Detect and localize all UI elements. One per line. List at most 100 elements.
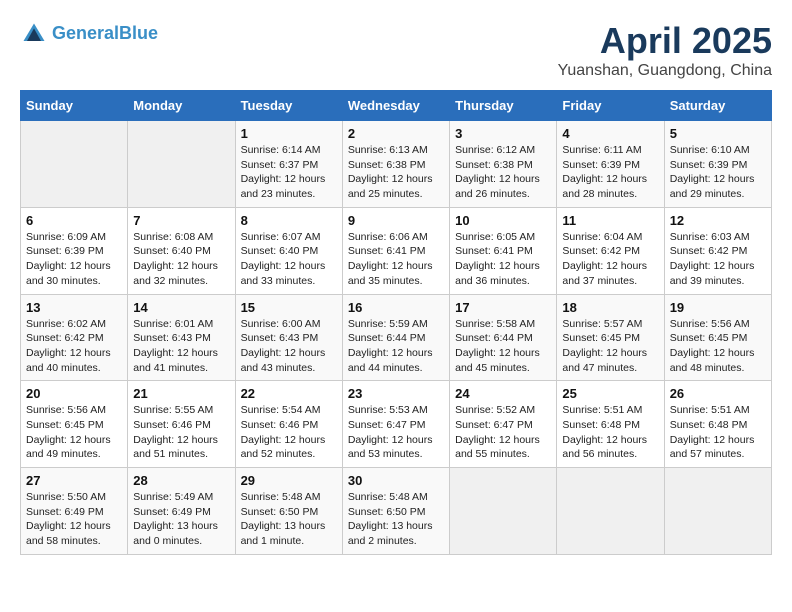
day-number: 2 <box>348 126 444 141</box>
day-info: Sunrise: 5:56 AMSunset: 6:45 PMDaylight:… <box>670 317 766 376</box>
day-number: 6 <box>26 213 122 228</box>
day-number: 7 <box>133 213 229 228</box>
day-info: Sunrise: 6:12 AMSunset: 6:38 PMDaylight:… <box>455 143 551 202</box>
col-header-friday: Friday <box>557 91 664 121</box>
calendar-cell: 26 Sunrise: 5:51 AMSunset: 6:48 PMDayligh… <box>664 381 771 468</box>
day-info: Sunrise: 5:48 AMSunset: 6:50 PMDaylight:… <box>348 490 444 549</box>
day-info: Sunrise: 6:03 AMSunset: 6:42 PMDaylight:… <box>670 230 766 289</box>
calendar-week-row: 20 Sunrise: 5:56 AMSunset: 6:45 PMDayligh… <box>21 381 772 468</box>
calendar-cell: 30Sunrise: 5:48 AMSunset: 6:50 PMDayligh… <box>342 468 449 555</box>
day-number: 1 <box>241 126 337 141</box>
day-info: Sunrise: 5:58 AMSunset: 6:44 PMDaylight:… <box>455 317 551 376</box>
calendar-cell <box>128 121 235 208</box>
day-number: 9 <box>348 213 444 228</box>
day-number: 4 <box>562 126 658 141</box>
calendar-week-row: 13Sunrise: 6:02 AMSunset: 6:42 PMDayligh… <box>21 294 772 381</box>
calendar-week-row: 27 Sunrise: 5:50 AMSunset: 6:49 PMDayligh… <box>21 468 772 555</box>
calendar-cell: 7 Sunrise: 6:08 AMSunset: 6:40 PMDaylight… <box>128 207 235 294</box>
day-info: Sunrise: 5:59 AMSunset: 6:44 PMDaylight:… <box>348 317 444 376</box>
calendar-cell: 9 Sunrise: 6:06 AMSunset: 6:41 PMDaylight… <box>342 207 449 294</box>
col-header-monday: Monday <box>128 91 235 121</box>
calendar-cell: 25 Sunrise: 5:51 AMSunset: 6:48 PMDayligh… <box>557 381 664 468</box>
day-number: 27 <box>26 473 122 488</box>
day-info: Sunrise: 6:13 AMSunset: 6:38 PMDaylight:… <box>348 143 444 202</box>
calendar-cell: 20 Sunrise: 5:56 AMSunset: 6:45 PMDayligh… <box>21 381 128 468</box>
calendar-cell: 6 Sunrise: 6:09 AMSunset: 6:39 PMDaylight… <box>21 207 128 294</box>
calendar-cell: 2 Sunrise: 6:13 AMSunset: 6:38 PMDaylight… <box>342 121 449 208</box>
day-info: Sunrise: 6:02 AMSunset: 6:42 PMDaylight:… <box>26 317 122 376</box>
day-info: Sunrise: 5:51 AMSunset: 6:48 PMDaylight:… <box>670 403 766 462</box>
logo-icon <box>20 20 48 48</box>
day-info: Sunrise: 5:56 AMSunset: 6:45 PMDaylight:… <box>26 403 122 462</box>
day-info: Sunrise: 6:00 AMSunset: 6:43 PMDaylight:… <box>241 317 337 376</box>
day-number: 20 <box>26 386 122 401</box>
day-number: 3 <box>455 126 551 141</box>
day-number: 8 <box>241 213 337 228</box>
title-section: April 2025 Yuanshan, Guangdong, China <box>558 20 772 80</box>
day-number: 11 <box>562 213 658 228</box>
day-number: 21 <box>133 386 229 401</box>
calendar-cell: 8 Sunrise: 6:07 AMSunset: 6:40 PMDaylight… <box>235 207 342 294</box>
col-header-wednesday: Wednesday <box>342 91 449 121</box>
calendar-week-row: 1 Sunrise: 6:14 AMSunset: 6:37 PMDaylight… <box>21 121 772 208</box>
day-number: 28 <box>133 473 229 488</box>
day-info: Sunrise: 5:51 AMSunset: 6:48 PMDaylight:… <box>562 403 658 462</box>
day-number: 26 <box>670 386 766 401</box>
calendar-cell: 21 Sunrise: 5:55 AMSunset: 6:46 PMDayligh… <box>128 381 235 468</box>
logo-line1: General <box>52 23 119 43</box>
calendar-cell: 11 Sunrise: 6:04 AMSunset: 6:42 PMDayligh… <box>557 207 664 294</box>
col-header-tuesday: Tuesday <box>235 91 342 121</box>
day-info: Sunrise: 5:50 AMSunset: 6:49 PMDaylight:… <box>26 490 122 549</box>
day-info: Sunrise: 6:07 AMSunset: 6:40 PMDaylight:… <box>241 230 337 289</box>
day-number: 18 <box>562 300 658 315</box>
day-number: 15 <box>241 300 337 315</box>
calendar-cell: 10 Sunrise: 6:05 AMSunset: 6:41 PMDayligh… <box>450 207 557 294</box>
day-number: 16 <box>348 300 444 315</box>
day-info: Sunrise: 5:54 AMSunset: 6:46 PMDaylight:… <box>241 403 337 462</box>
calendar-cell <box>21 121 128 208</box>
calendar-cell: 28 Sunrise: 5:49 AMSunset: 6:49 PMDayligh… <box>128 468 235 555</box>
logo: GeneralBlue <box>20 20 158 48</box>
calendar-cell: 12 Sunrise: 6:03 AMSunset: 6:42 PMDayligh… <box>664 207 771 294</box>
day-info: Sunrise: 5:48 AMSunset: 6:50 PMDaylight:… <box>241 490 337 549</box>
day-info: Sunrise: 5:52 AMSunset: 6:47 PMDaylight:… <box>455 403 551 462</box>
day-number: 17 <box>455 300 551 315</box>
day-number: 19 <box>670 300 766 315</box>
calendar-cell: 15 Sunrise: 6:00 AMSunset: 6:43 PMDayligh… <box>235 294 342 381</box>
day-number: 14 <box>133 300 229 315</box>
day-info: Sunrise: 5:57 AMSunset: 6:45 PMDaylight:… <box>562 317 658 376</box>
calendar-cell: 16 Sunrise: 5:59 AMSunset: 6:44 PMDayligh… <box>342 294 449 381</box>
day-number: 10 <box>455 213 551 228</box>
logo-text: GeneralBlue <box>52 24 158 44</box>
calendar-cell <box>450 468 557 555</box>
day-info: Sunrise: 6:10 AMSunset: 6:39 PMDaylight:… <box>670 143 766 202</box>
calendar-cell: 23Sunrise: 5:53 AMSunset: 6:47 PMDayligh… <box>342 381 449 468</box>
day-info: Sunrise: 6:14 AMSunset: 6:37 PMDaylight:… <box>241 143 337 202</box>
month-title: April 2025 <box>558 20 772 62</box>
calendar-table: SundayMondayTuesdayWednesdayThursdayFrid… <box>20 90 772 555</box>
day-info: Sunrise: 5:49 AMSunset: 6:49 PMDaylight:… <box>133 490 229 549</box>
day-info: Sunrise: 6:08 AMSunset: 6:40 PMDaylight:… <box>133 230 229 289</box>
day-number: 29 <box>241 473 337 488</box>
calendar-week-row: 6 Sunrise: 6:09 AMSunset: 6:39 PMDaylight… <box>21 207 772 294</box>
day-info: Sunrise: 6:06 AMSunset: 6:41 PMDaylight:… <box>348 230 444 289</box>
calendar-cell: 5Sunrise: 6:10 AMSunset: 6:39 PMDaylight… <box>664 121 771 208</box>
day-info: Sunrise: 6:09 AMSunset: 6:39 PMDaylight:… <box>26 230 122 289</box>
day-number: 12 <box>670 213 766 228</box>
day-number: 25 <box>562 386 658 401</box>
day-info: Sunrise: 5:55 AMSunset: 6:46 PMDaylight:… <box>133 403 229 462</box>
calendar-header-row: SundayMondayTuesdayWednesdayThursdayFrid… <box>21 91 772 121</box>
day-info: Sunrise: 6:04 AMSunset: 6:42 PMDaylight:… <box>562 230 658 289</box>
calendar-cell: 19 Sunrise: 5:56 AMSunset: 6:45 PMDayligh… <box>664 294 771 381</box>
col-header-saturday: Saturday <box>664 91 771 121</box>
day-info: Sunrise: 6:05 AMSunset: 6:41 PMDaylight:… <box>455 230 551 289</box>
day-info: Sunrise: 6:11 AMSunset: 6:39 PMDaylight:… <box>562 143 658 202</box>
location-subtitle: Yuanshan, Guangdong, China <box>558 62 772 80</box>
day-number: 23 <box>348 386 444 401</box>
calendar-cell: 24Sunrise: 5:52 AMSunset: 6:47 PMDayligh… <box>450 381 557 468</box>
calendar-cell: 14 Sunrise: 6:01 AMSunset: 6:43 PMDayligh… <box>128 294 235 381</box>
calendar-cell: 18 Sunrise: 5:57 AMSunset: 6:45 PMDayligh… <box>557 294 664 381</box>
day-info: Sunrise: 6:01 AMSunset: 6:43 PMDaylight:… <box>133 317 229 376</box>
calendar-cell: 1 Sunrise: 6:14 AMSunset: 6:37 PMDaylight… <box>235 121 342 208</box>
col-header-thursday: Thursday <box>450 91 557 121</box>
